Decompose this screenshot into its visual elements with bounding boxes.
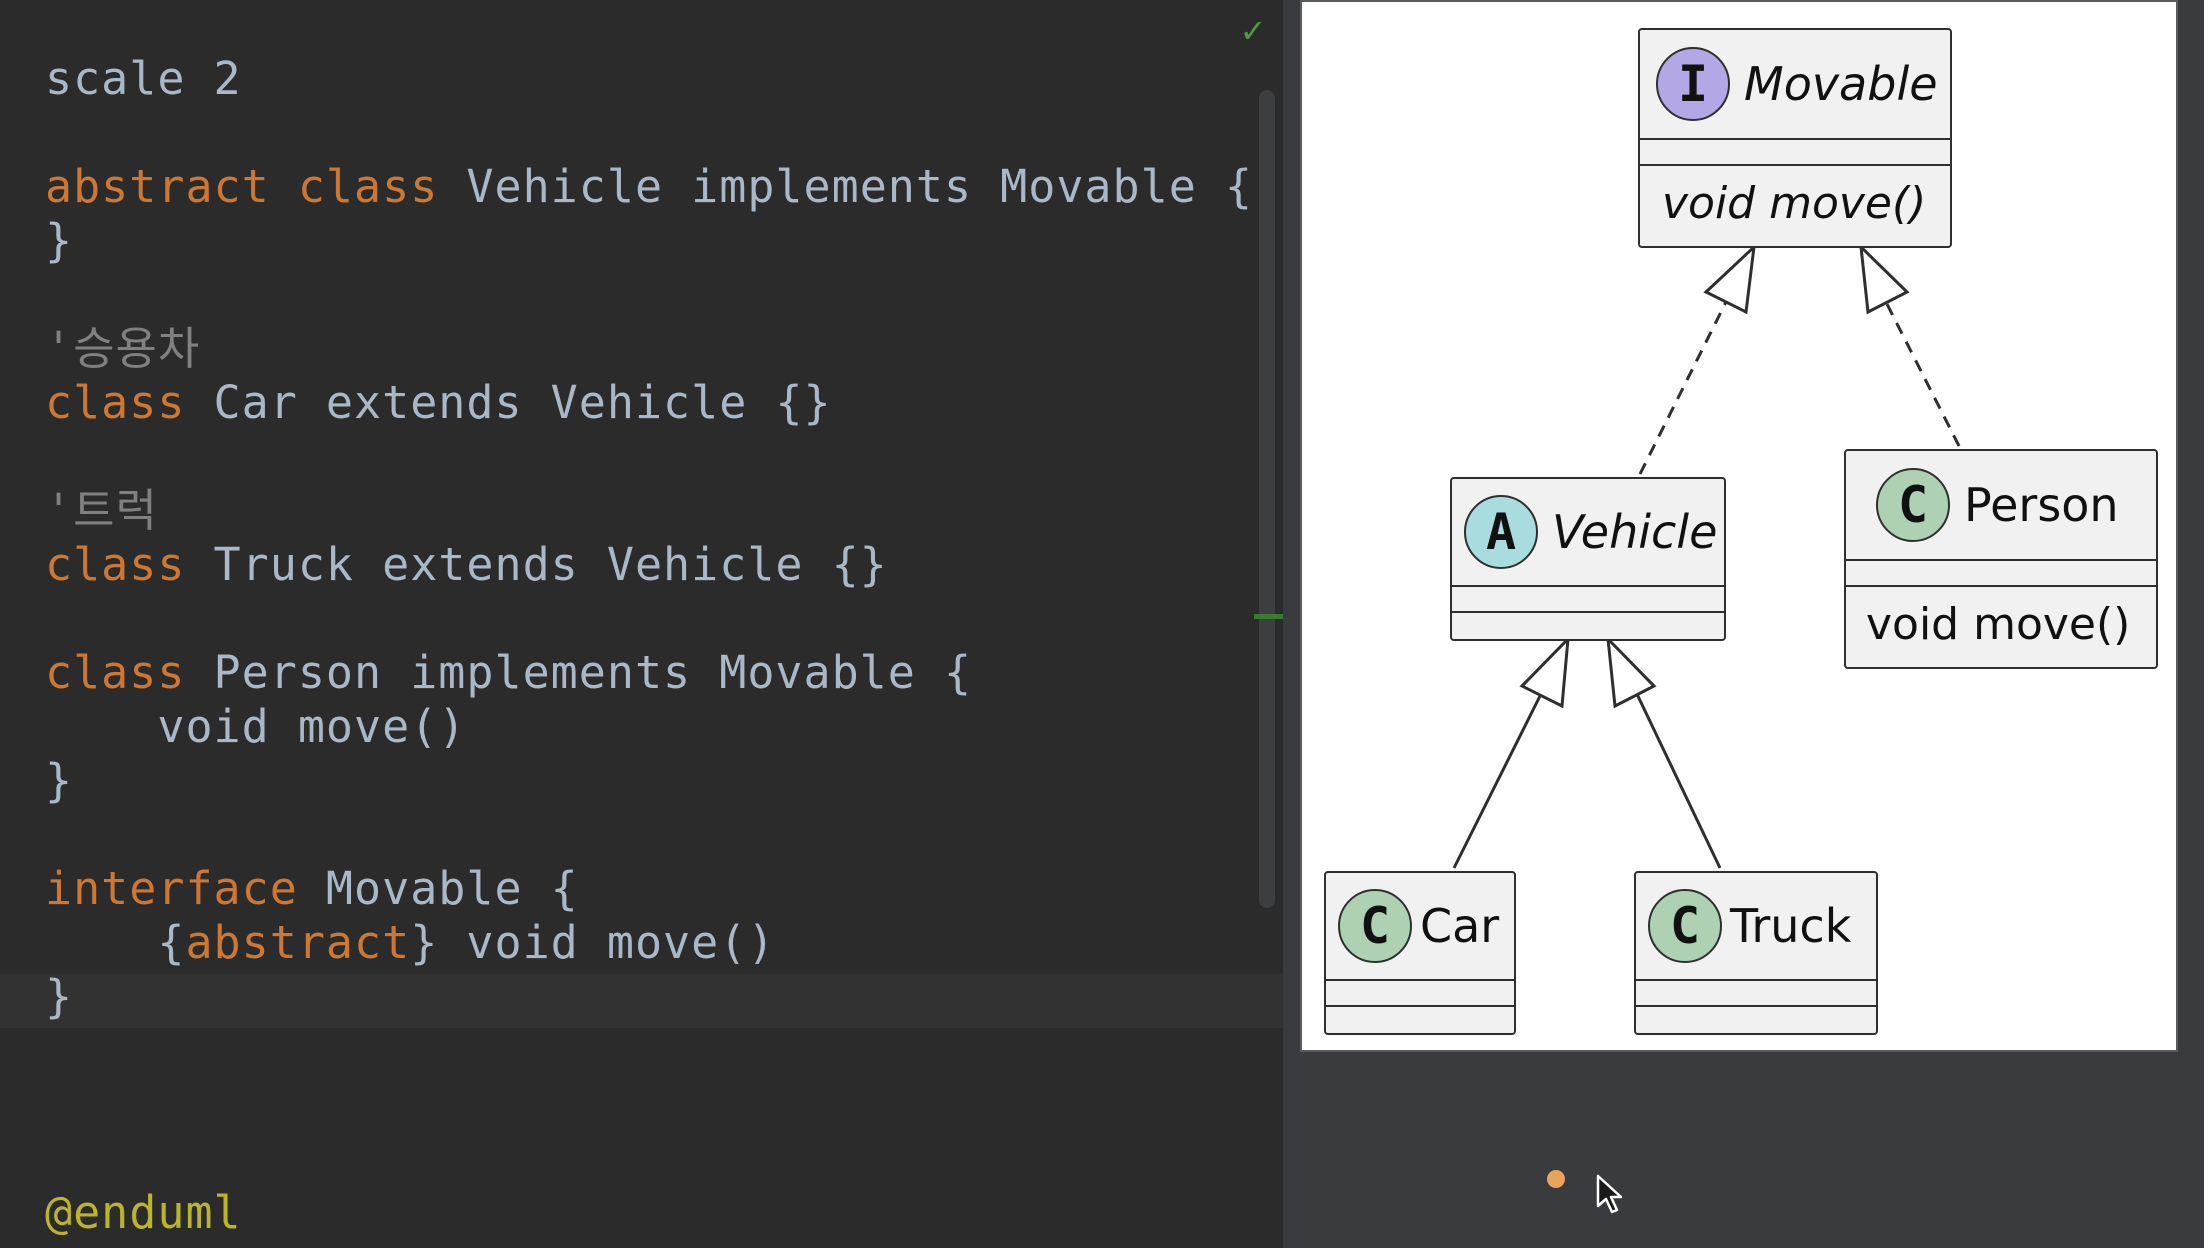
code-line[interactable]: scale 2 <box>45 52 242 106</box>
code-line[interactable]: class Person implements Movable { <box>45 646 972 700</box>
code-token: void move() <box>45 700 467 753</box>
code-line[interactable]: interface Movable { <box>45 862 579 916</box>
code-token: } <box>45 214 74 267</box>
class-badge: C <box>1338 889 1412 963</box>
code-editor[interactable]: scale 2 abstract class Vehicle implements… <box>0 0 1283 1248</box>
check-icon: ✓ <box>1239 12 1267 50</box>
movable-name: Movable <box>1744 57 1938 111</box>
person-name: Person <box>1964 478 2119 532</box>
person-implements-movable-line <box>1884 301 1961 447</box>
keyword-token: class <box>297 160 439 213</box>
keyword-token: abstract <box>185 916 411 969</box>
code-line[interactable]: } <box>45 214 73 268</box>
comment-token: '트럭 <box>45 484 158 537</box>
truck-extends-vehicle-line <box>1634 691 1722 869</box>
vehicle-implements-movable-arrowhead <box>1703 243 1756 315</box>
code-token: { <box>45 916 186 969</box>
movable-interface-box: I Movable void move() <box>1638 28 1952 248</box>
code-line[interactable]: {abstract} void move() <box>45 916 775 970</box>
diagram-preview-panel: I Movable void move() A Vehicle C Person… <box>1283 0 2204 1248</box>
keyword-token: class <box>45 538 186 591</box>
code-token: scale 2 <box>45 52 242 105</box>
interface-badge: I <box>1656 47 1730 121</box>
class-badge: C <box>1648 889 1722 963</box>
vehicle-implements-movable-line <box>1638 301 1728 475</box>
vehicle-abstract-class-box: A Vehicle <box>1450 477 1726 641</box>
code-line[interactable]: '승용차 <box>45 322 200 376</box>
code-token: Movable { <box>297 862 579 915</box>
directive-token: @enduml <box>45 1186 242 1239</box>
uml-diagram-canvas: I Movable void move() A Vehicle C Person… <box>1300 0 2178 1052</box>
code-line[interactable]: class Car extends Vehicle {} <box>45 376 832 430</box>
code-token: Vehicle implements Movable { <box>438 160 1253 213</box>
click-indicator-dot <box>1547 1170 1565 1188</box>
movable-move-method: void move() <box>1662 178 1927 229</box>
keyword-token: interface <box>45 862 298 915</box>
code-line[interactable]: } <box>45 970 73 1024</box>
code-line[interactable]: '트럭 <box>45 484 158 538</box>
abstract-badge: A <box>1464 495 1538 569</box>
car-class-box: C Car <box>1324 871 1516 1035</box>
code-line[interactable]: } <box>45 754 73 808</box>
truck-extends-vehicle-arrowhead <box>1606 634 1657 709</box>
keyword-token: abstract <box>45 160 270 213</box>
code-token: Car extends Vehicle {} <box>185 376 832 429</box>
truck-class-box: C Truck <box>1634 871 1878 1035</box>
car-name: Car <box>1420 899 1500 953</box>
code-line[interactable]: void move() <box>45 700 466 754</box>
truck-name: Truck <box>1730 899 1852 953</box>
class-badge: C <box>1876 468 1950 542</box>
current-line-highlight <box>0 974 1283 1028</box>
car-extends-vehicle-arrowhead <box>1519 634 1570 709</box>
mouse-pointer-icon <box>1596 1174 1623 1214</box>
code-token: Truck extends Vehicle {} <box>185 538 888 591</box>
vehicle-name: Vehicle <box>1552 505 1718 559</box>
keyword-token: class <box>45 376 186 429</box>
code-line[interactable]: class Truck extends Vehicle {} <box>45 538 888 592</box>
change-marker <box>1254 614 1283 619</box>
car-extends-vehicle-line <box>1452 691 1544 869</box>
keyword-token: class <box>45 646 186 699</box>
code-line[interactable]: @enduml <box>45 1186 242 1240</box>
person-implements-movable-arrowhead <box>1859 243 1910 315</box>
comment-token: '승용차 <box>45 322 201 375</box>
code-token: Person implements Movable { <box>185 646 973 699</box>
code-token: } <box>45 970 74 1023</box>
code-line[interactable]: abstract class Vehicle implements Movabl… <box>45 160 1253 214</box>
code-token: } <box>45 754 74 807</box>
vertical-scrollbar[interactable] <box>1259 90 1275 908</box>
code-token: } void move() <box>410 916 776 969</box>
person-move-method: void move() <box>1866 599 2131 650</box>
person-class-box: C Person void move() <box>1844 449 2158 669</box>
